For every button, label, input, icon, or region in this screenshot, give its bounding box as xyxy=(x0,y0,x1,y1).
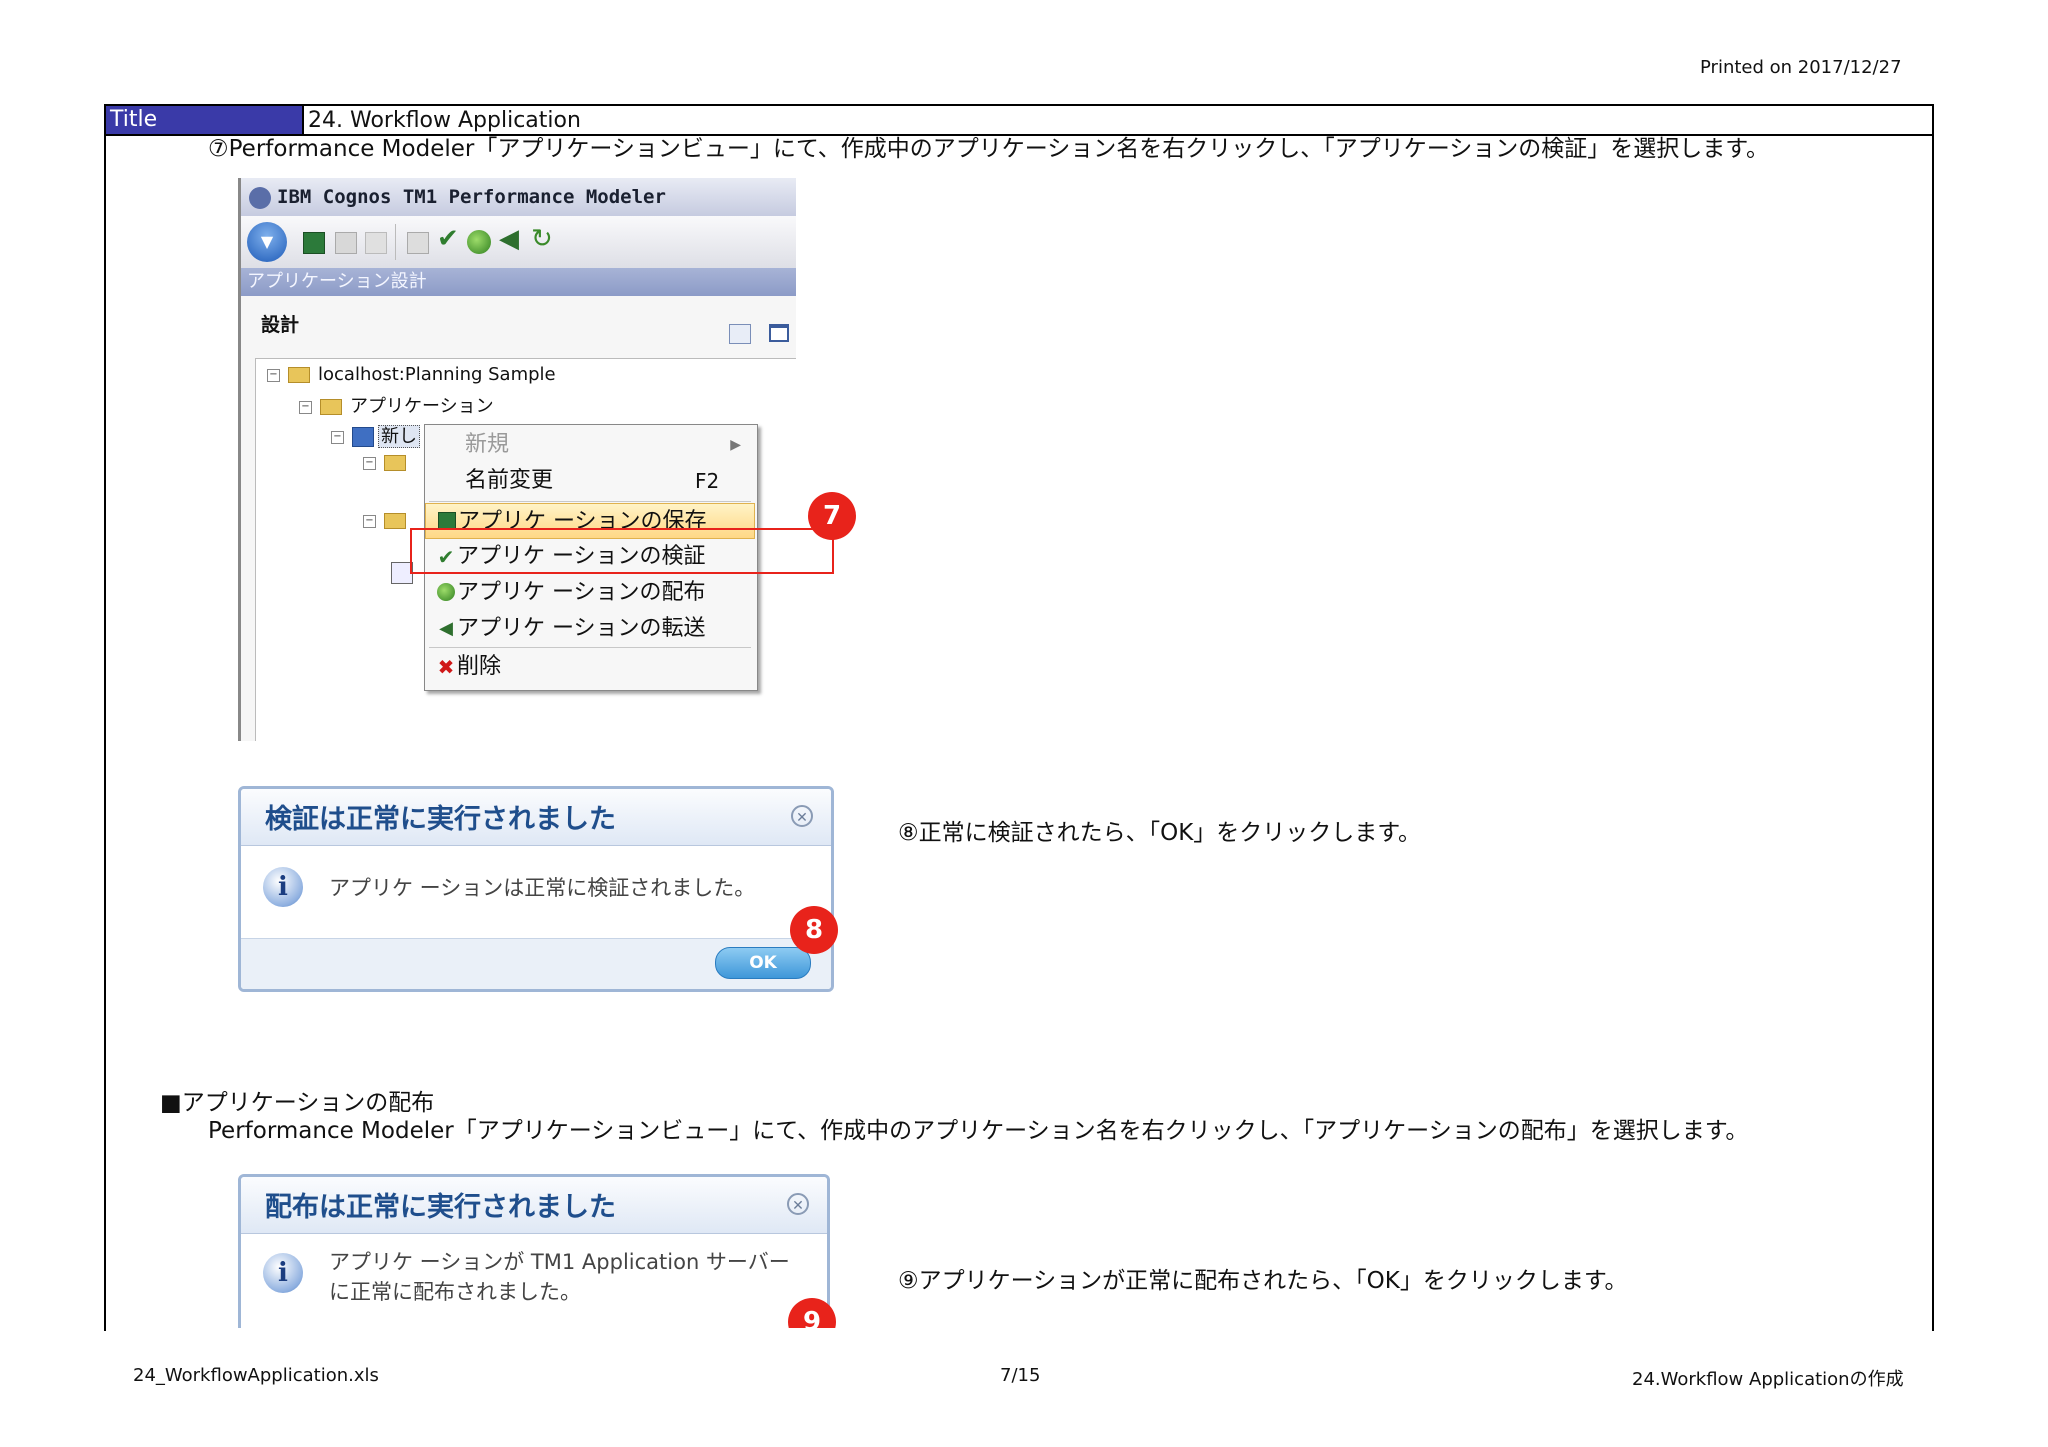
step-9-text: ⑨アプリケーションが正常に配布されたら、「OK」をクリックします。 xyxy=(898,1268,1628,1294)
menu-item-delete[interactable]: ✖ 削除 xyxy=(425,649,755,685)
collapse-icon[interactable]: − xyxy=(363,456,376,470)
deploy-dialog-clip: 配布は正常に実行されました ✕ i アプリケ ーションが TM1 Applica… xyxy=(238,1174,838,1328)
tree-item-applications[interactable]: − アプリケーション xyxy=(299,392,494,418)
step-badge-7: 7 xyxy=(808,492,856,540)
dialog-title: 検証は正常に実行されました xyxy=(265,804,616,835)
globe-icon[interactable] xyxy=(467,230,491,254)
menu-item-transfer-application[interactable]: ◀ アプリケ ーションの転送 xyxy=(425,611,755,647)
step-8-text: ⑧正常に検証されたら、「OK」をクリックします。 xyxy=(898,820,1422,846)
collapse-icon[interactable]: − xyxy=(331,430,344,444)
step-badge-8: 8 xyxy=(790,906,838,954)
title-separator xyxy=(302,106,304,134)
toolbar-divider xyxy=(395,224,396,260)
tree-item-folder-1[interactable]: − xyxy=(363,452,414,473)
tab-application-design[interactable]: アプリケーション設計 xyxy=(241,268,796,296)
modeler-titlebar: IBM Cognos TM1 Performance Modeler xyxy=(241,178,796,216)
folder-icon xyxy=(384,455,406,471)
folder-icon xyxy=(384,513,406,529)
globe-icon xyxy=(435,583,457,603)
window-icon xyxy=(407,232,429,254)
tree-applications-label: アプリケーション xyxy=(350,396,494,417)
step-7-text: ⑦Performance Modeler「アプリケーションビュー」にて、作成中の… xyxy=(208,136,1770,162)
rename-shortcut: F2 xyxy=(695,469,720,493)
menu-item-new: 新規 ▶ xyxy=(425,427,755,463)
close-icon[interactable]: ✕ xyxy=(787,1193,809,1215)
title-label: Title xyxy=(106,106,302,134)
save-as-icon xyxy=(335,232,357,254)
printed-date: Printed on 2017/12/27 xyxy=(1700,57,1902,78)
dialog-message-line2: に正常に配布されました。 xyxy=(329,1280,581,1304)
dialog-message-line1: アプリケ ーションが TM1 Application サーバー xyxy=(329,1250,790,1274)
tree-selected-label: 新し xyxy=(378,425,420,448)
tree-item-root[interactable]: − localhost:Planning Sample xyxy=(267,364,556,385)
refresh-icon[interactable]: ↻ xyxy=(531,224,553,254)
section-description: Performance Modeler「アプリケーションビュー」にて、作成中のア… xyxy=(208,1118,1749,1144)
footer-sheet-name: 24.Workflow Applicationの作成 xyxy=(1632,1369,1904,1390)
footer-page-number: 7/15 xyxy=(1000,1365,1041,1386)
checkmark-icon[interactable]: ✔ xyxy=(437,224,459,254)
menu-item-rename[interactable]: 名前変更 F2 xyxy=(425,463,755,499)
title-value: 24. Workflow Application xyxy=(308,108,581,133)
menu-dropdown-icon[interactable]: ▼ xyxy=(247,222,287,262)
menu-item-deploy-application[interactable]: アプリケ ーションの配布 xyxy=(425,575,755,611)
dialog-message: アプリケ ーションは正常に検証されました。 xyxy=(329,876,756,900)
section-heading: ■アプリケーションの配布 xyxy=(160,1090,435,1116)
arrow-left-icon: ◀ xyxy=(439,618,453,639)
tree-root-label: localhost:Planning Sample xyxy=(318,364,556,385)
modeler-title: IBM Cognos TM1 Performance Modeler xyxy=(277,186,666,208)
menu-separator xyxy=(429,501,751,502)
collapse-icon[interactable]: − xyxy=(267,368,280,382)
panel-maximize-icon[interactable] xyxy=(769,324,789,342)
info-icon: i xyxy=(263,867,303,907)
deploy-success-dialog: 配布は正常に実行されました ✕ i アプリケ ーションが TM1 Applica… xyxy=(238,1174,830,1328)
application-icon xyxy=(352,427,374,447)
design-panel-title: 設計 xyxy=(261,314,300,336)
folder-icon xyxy=(288,367,310,383)
menu-separator xyxy=(429,647,751,648)
tree-item-new-application[interactable]: − 新し xyxy=(331,422,420,448)
app-icon xyxy=(249,186,271,209)
collapse-icon[interactable]: − xyxy=(363,514,376,528)
highlight-box-validate xyxy=(410,528,834,574)
panel-restore-icon[interactable] xyxy=(729,324,751,344)
modeler-toolbar: ▼ ✔ ◀ ↻ xyxy=(241,216,796,269)
dialog-footer: OK xyxy=(241,938,831,989)
footer-filename: 24_WorkflowApplication.xls xyxy=(133,1365,379,1386)
arrow-left-icon[interactable]: ◀ xyxy=(499,224,519,254)
info-icon: i xyxy=(263,1253,303,1293)
dialog-titlebar: 検証は正常に実行されました ✕ xyxy=(241,789,831,846)
save-icon[interactable] xyxy=(303,232,325,254)
close-icon[interactable]: ✕ xyxy=(791,805,813,827)
ok-button[interactable]: OK xyxy=(715,947,811,979)
dialog-title: 配布は正常に実行されました xyxy=(265,1192,616,1223)
tree-item-folder-2[interactable]: − xyxy=(363,510,414,531)
submenu-arrow-icon: ▶ xyxy=(730,437,741,453)
dialog-titlebar: 配布は正常に実行されました ✕ xyxy=(241,1177,827,1234)
delete-icon: ✖ xyxy=(437,655,455,679)
collapse-icon[interactable]: − xyxy=(299,400,312,414)
validate-success-dialog: 検証は正常に実行されました ✕ i アプリケ ーションは正常に検証されました。 … xyxy=(238,786,834,992)
save-all-icon xyxy=(365,232,387,254)
folder-icon xyxy=(320,399,342,415)
